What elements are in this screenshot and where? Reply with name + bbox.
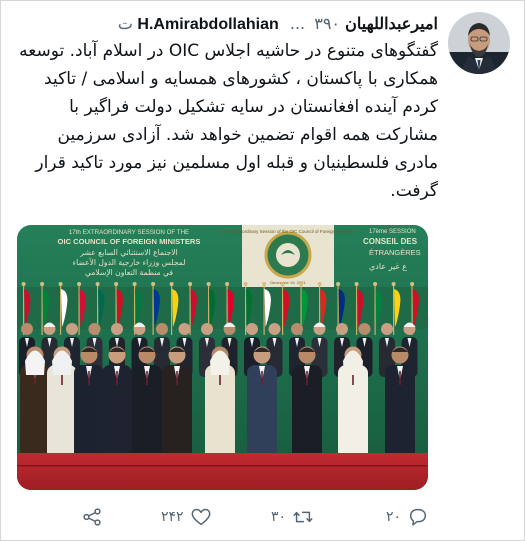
tweet-card[interactable]: امیرعبداللهیان H.Amirabdollahian ... ۳۹۰… <box>0 0 525 541</box>
like-count: ۲۴۲ <box>161 509 184 525</box>
retweet-count: ۳۰ <box>271 509 287 525</box>
share-button[interactable] <box>81 499 103 535</box>
reply-button[interactable]: ۲۰ <box>386 499 429 535</box>
tweet-text: گفتگوهای متنوع در حاشیه اجلاس OIC در اسل… <box>19 41 438 201</box>
banner-left-arabic3: في منظمة التعاون الإسلامي <box>85 268 173 277</box>
avatar[interactable] <box>448 12 510 74</box>
reply-count: ۲۰ <box>386 509 402 525</box>
banner-left-line1: 17th EXTRAORDINARY SESSION OF THE <box>69 229 189 236</box>
red-carpet <box>17 453 428 490</box>
author-handle[interactable]: H.Amirabdollahian <box>137 16 278 33</box>
author-name[interactable]: امیرعبداللهیان <box>345 16 438 33</box>
retweet-icon <box>293 511 313 523</box>
banner-left-arabic1: الاجتماع الاستثنائي السابع عشر <box>79 248 178 257</box>
group-photo: 17th Extraordinary Session of the OIC Co… <box>17 225 428 490</box>
banner-right-line1: 17ème SESSION <box>369 229 416 235</box>
banner-left-arabic2: لمجلس وزراء خارجية الدول الأعضاء <box>73 257 186 267</box>
heart-icon <box>191 508 211 526</box>
banner-right-arabic: ع غير عادي <box>369 262 407 271</box>
retweet-button[interactable]: ۳۰ <box>271 499 314 535</box>
banner-center-text: 17th Extraordinary Session of the OIC Co… <box>222 229 356 234</box>
reply-icon <box>409 508 427 526</box>
avatar-image <box>448 12 510 74</box>
banner-right-line2: CONSEIL DES <box>363 237 418 246</box>
tweet-photo[interactable]: 17th Extraordinary Session of the OIC Co… <box>17 225 428 490</box>
like-button[interactable]: ۲۴۲ <box>161 499 212 535</box>
share-icon <box>83 508 101 526</box>
tweet-header: امیرعبداللهیان H.Amirabdollahian ... ۳۹۰… <box>31 12 438 36</box>
tweet-actions: ۲۴۲ ۳۰ ۲۰ <box>81 499 451 535</box>
banner-right-line3: ÉTRANGÈRES <box>369 248 421 257</box>
ellipsis: ... <box>289 14 306 33</box>
banner-left-line2: OIC COUNCIL OF FOREIGN MINISTERS <box>58 237 201 246</box>
